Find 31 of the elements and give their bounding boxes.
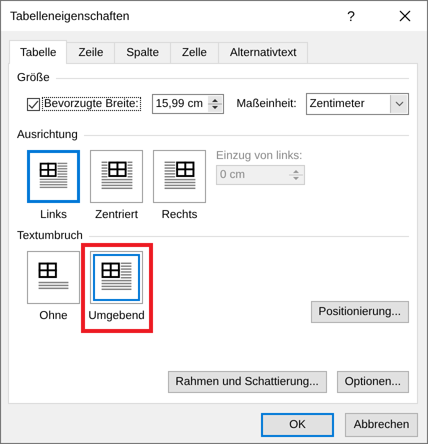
tab[interactable]: Alternativtext	[218, 42, 308, 63]
checkbox-label[interactable]: Bevorzugte Breite:	[42, 97, 141, 111]
dialog-button[interactable]: Optionen...	[336, 371, 409, 393]
layout-option[interactable]	[90, 150, 143, 203]
layout-option[interactable]	[27, 150, 80, 203]
dialog-button[interactable]: OK	[261, 413, 334, 437]
help-button[interactable]: ?	[341, 8, 361, 24]
chevron-down-icon[interactable]	[394, 101, 404, 107]
option-label: Ohne	[39, 310, 68, 322]
window-title: Tabelleneigenschaften	[10, 9, 130, 23]
checkbox[interactable]	[27, 98, 40, 110]
section-heading: Ausrichtung	[17, 129, 78, 141]
dialog-button[interactable]: Rahmen und Schattierung...	[168, 371, 327, 393]
field-label: Maßeinheit:	[236, 98, 297, 110]
tab[interactable]: Tabelle	[9, 40, 68, 64]
positioning-button[interactable]: Positionierung...	[310, 301, 409, 323]
width-field[interactable]: 15,99 cm	[152, 94, 224, 114]
close-icon[interactable]	[399, 10, 411, 22]
unit-dropdown[interactable]: Zentimeter	[306, 93, 409, 115]
option-label: Umgebend	[88, 310, 145, 322]
layout-option[interactable]	[90, 251, 143, 304]
section-heading: Textumbruch	[17, 230, 83, 242]
layout-option[interactable]	[153, 150, 206, 203]
spin-arrows-icon[interactable]	[208, 96, 222, 112]
option-label: Zentriert	[95, 209, 138, 221]
field-label: Einzug von links:	[216, 150, 304, 162]
layout-option[interactable]	[27, 251, 80, 304]
option-label: Links	[40, 209, 67, 221]
dialog-button[interactable]: Abbrechen	[345, 413, 418, 437]
option-label: Rechts	[162, 209, 198, 221]
section-heading: Größe	[17, 72, 50, 84]
